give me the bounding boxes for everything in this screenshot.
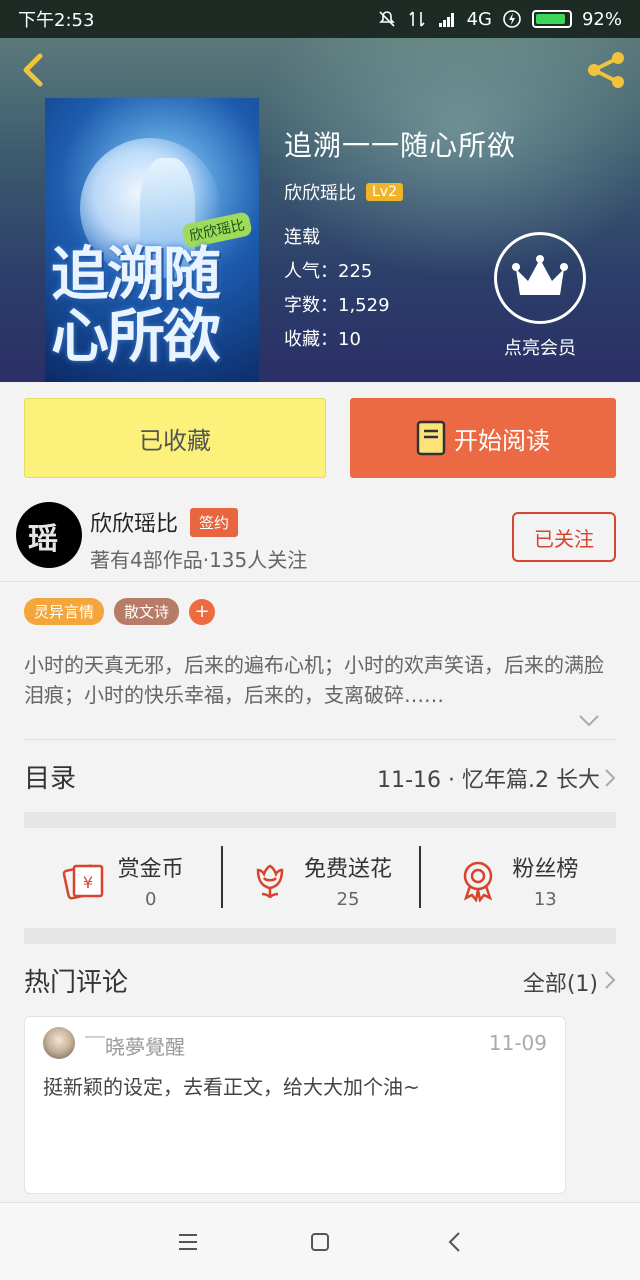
crown-icon — [512, 255, 568, 295]
reward-coins-label: 赏金币 — [117, 856, 184, 882]
book-author[interactable]: 欣欣瑶比 Lv2 — [284, 179, 403, 205]
follow-button[interactable]: 已关注 — [512, 512, 616, 562]
flower-icon — [256, 864, 284, 899]
reward-bar: ¥ 赏金币 0 免费送花 25 粉丝榜 13 — [24, 832, 616, 928]
book-title: 追溯一一随心所欲 — [284, 129, 517, 162]
back-nav-icon[interactable] — [440, 1227, 470, 1257]
reward-fans-label: 粉丝榜 — [512, 856, 579, 882]
signal-icon — [438, 13, 454, 27]
reward-fans-value: 13 — [533, 888, 557, 910]
hot-comments-title: 热门评论 — [24, 968, 129, 998]
chevron-right-icon[interactable] — [604, 970, 616, 990]
system-nav-bar — [0, 1202, 640, 1280]
tag-list: 灵异言情 散文诗 + — [24, 598, 216, 625]
book-header: 欣欣瑶比 追溯随心所欲 追溯一一随心所欲 欣欣瑶比 Lv2 连载 人气：225 … — [0, 38, 640, 382]
reward-flowers-value: 25 — [336, 888, 360, 910]
network-type: 4G — [466, 8, 492, 30]
author-stats: 著有4部作品·135人关注 — [90, 548, 308, 572]
vip-button[interactable] — [494, 232, 586, 324]
commenter-avatar[interactable] — [43, 1027, 75, 1059]
popularity: 人气：225 — [284, 261, 373, 282]
cover-title: 追溯随心所欲 — [51, 240, 221, 370]
section-separator — [24, 812, 616, 828]
charging-icon — [503, 10, 521, 28]
level-badge: Lv2 — [366, 183, 403, 201]
author-name: 欣欣瑶比 — [90, 512, 179, 537]
battery-icon — [531, 10, 572, 28]
book-author-name: 欣欣瑶比 — [284, 183, 356, 204]
status-time: 下午2:53 — [18, 10, 95, 31]
start-reading-label: 开始阅读 — [454, 426, 550, 455]
comment-card[interactable]: ￣晓夢覺醒 11-09 挺新颖的设定，去看正文，给大大加个油~ — [24, 1016, 566, 1194]
author-name-row[interactable]: 欣欣瑶比 签约 — [90, 506, 239, 538]
comment-date: 11-09 — [488, 1031, 547, 1055]
tag-genre[interactable]: 灵异言情 — [24, 598, 105, 625]
latest-chapter: 11-16 · 忆年篇.2 长大 — [377, 768, 600, 793]
data-transfer-icon — [409, 11, 425, 27]
back-button[interactable] — [14, 50, 54, 90]
reward-flowers-label: 免费送花 — [303, 856, 392, 882]
battery-percent: 92% — [581, 8, 622, 30]
tag-style[interactable]: 散文诗 — [114, 598, 180, 625]
favorites-count: 收藏：10 — [284, 329, 361, 350]
reward-coins[interactable]: ¥ 赏金币 0 — [24, 832, 221, 928]
chevron-down-icon[interactable] — [578, 714, 600, 728]
comment-text: 挺新颖的设定，去看正文，给大大加个油~ — [43, 1075, 420, 1099]
all-comments-link[interactable]: 全部(1) — [523, 966, 598, 998]
section-separator — [24, 928, 616, 944]
commenter-name[interactable]: ￣晓夢覺醒 — [85, 1031, 185, 1060]
serial-status: 连载 — [284, 227, 320, 248]
book-description: 小时的天真无邪，后来的遍布心机；小时的欢声笑语，后来的满脸泪痕；小时的快乐幸福，… — [24, 653, 604, 707]
share-button[interactable] — [584, 48, 628, 92]
chevron-right-icon — [605, 769, 616, 787]
avatar-glyph: 瑶 — [28, 522, 58, 557]
reward-coins-value: 0 — [144, 888, 157, 910]
author-avatar[interactable]: 瑶 — [16, 502, 82, 568]
coin-envelope-icon: ¥ — [62, 864, 103, 900]
word-count: 字数：1,529 — [284, 295, 390, 316]
menu-icon[interactable] — [173, 1227, 203, 1257]
vip-label: 点亮会员 — [504, 338, 576, 359]
start-reading-button[interactable]: 开始阅读 — [350, 398, 616, 478]
toc-title: 目录 — [24, 764, 77, 794]
reward-flowers[interactable]: 免费送花 25 — [221, 832, 418, 928]
author-card: 瑶 欣欣瑶比 签约 著有4部作品·135人关注 已关注 — [0, 494, 640, 582]
book-icon — [416, 420, 446, 456]
svg-text:¥: ¥ — [83, 873, 93, 892]
signed-badge: 签约 — [190, 507, 239, 537]
reward-fans[interactable]: 粉丝榜 13 — [418, 832, 616, 928]
collected-button[interactable]: 已收藏 — [24, 398, 326, 478]
table-of-contents-row[interactable]: 目录 11-16 · 忆年篇.2 长大 — [0, 740, 640, 816]
mute-icon — [378, 11, 395, 27]
book-cover[interactable]: 欣欣瑶比 追溯随心所欲 — [45, 98, 259, 382]
status-bar: 下午2:53 4G 92% — [0, 0, 640, 38]
action-bar: 已收藏 开始阅读 — [0, 382, 640, 494]
add-tag-button[interactable]: + — [189, 598, 216, 625]
home-icon[interactable] — [305, 1227, 335, 1257]
medal-icon — [464, 861, 493, 902]
